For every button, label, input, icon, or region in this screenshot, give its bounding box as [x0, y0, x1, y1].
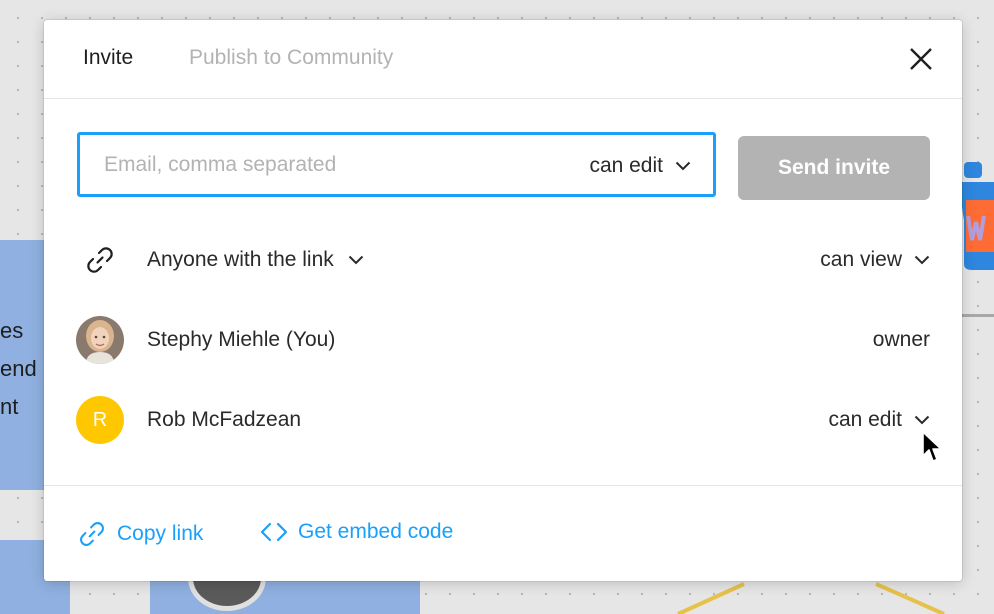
- chevron-down-icon: [914, 255, 930, 265]
- email-invite-box: can edit: [77, 132, 716, 197]
- canvas-text-fragment: es end nt: [0, 318, 37, 419]
- member-name: Rob McFadzean: [147, 408, 302, 431]
- close-button[interactable]: [904, 42, 938, 76]
- share-dialog: Invite Publish to Community can edit Sen…: [44, 20, 962, 581]
- link-access-label: Anyone with the link: [147, 248, 334, 271]
- get-embed-code-button[interactable]: Get embed code: [260, 519, 453, 545]
- copy-link-button[interactable]: Copy link: [77, 519, 203, 549]
- link-access-row: Anyone with the link can view: [44, 230, 962, 290]
- send-invite-button[interactable]: Send invite: [738, 136, 930, 200]
- link-access-dropdown[interactable]: Anyone with the link: [147, 247, 364, 273]
- invite-permission-label: can edit: [589, 154, 663, 177]
- chevron-down-icon: [348, 255, 363, 265]
- avatar: R: [76, 396, 124, 444]
- member-role: owner: [872, 328, 930, 351]
- link-icon: [80, 522, 104, 546]
- link-permission-dropdown[interactable]: can view: [820, 247, 930, 273]
- link-icon-slot: [76, 236, 124, 284]
- tab-publish-to-community[interactable]: Publish to Community: [189, 45, 393, 71]
- dialog-footer: Copy link Get embed code: [44, 485, 962, 582]
- close-icon: [910, 48, 932, 70]
- dialog-header: Invite Publish to Community: [44, 20, 962, 99]
- avatar-slot: R: [76, 396, 124, 444]
- canvas-sticker-image: [961, 162, 994, 270]
- avatar-slot: [76, 316, 124, 364]
- member-permission-label: can edit: [828, 408, 902, 431]
- get-embed-code-label: Get embed code: [298, 520, 454, 543]
- link-icon: [87, 247, 113, 273]
- code-icon: [260, 522, 288, 542]
- avatar: [76, 316, 124, 364]
- canvas-divider: [962, 314, 994, 317]
- canvas-connector-lines: [677, 582, 945, 614]
- link-permission-label: can view: [820, 248, 902, 271]
- tab-invite[interactable]: Invite: [83, 45, 133, 71]
- chevron-down-icon: [914, 415, 930, 425]
- avatar-photo-image: [76, 316, 124, 364]
- invite-permission-dropdown[interactable]: can edit: [589, 154, 691, 178]
- member-row: Stephy Miehle (You) owner: [44, 310, 962, 370]
- member-row: R Rob McFadzean can edit: [44, 390, 962, 450]
- chevron-down-icon: [675, 161, 691, 171]
- email-field[interactable]: [104, 148, 544, 182]
- copy-link-label: Copy link: [117, 522, 204, 545]
- member-permission-dropdown[interactable]: can edit: [828, 407, 930, 433]
- member-name: Stephy Miehle (You): [147, 328, 336, 351]
